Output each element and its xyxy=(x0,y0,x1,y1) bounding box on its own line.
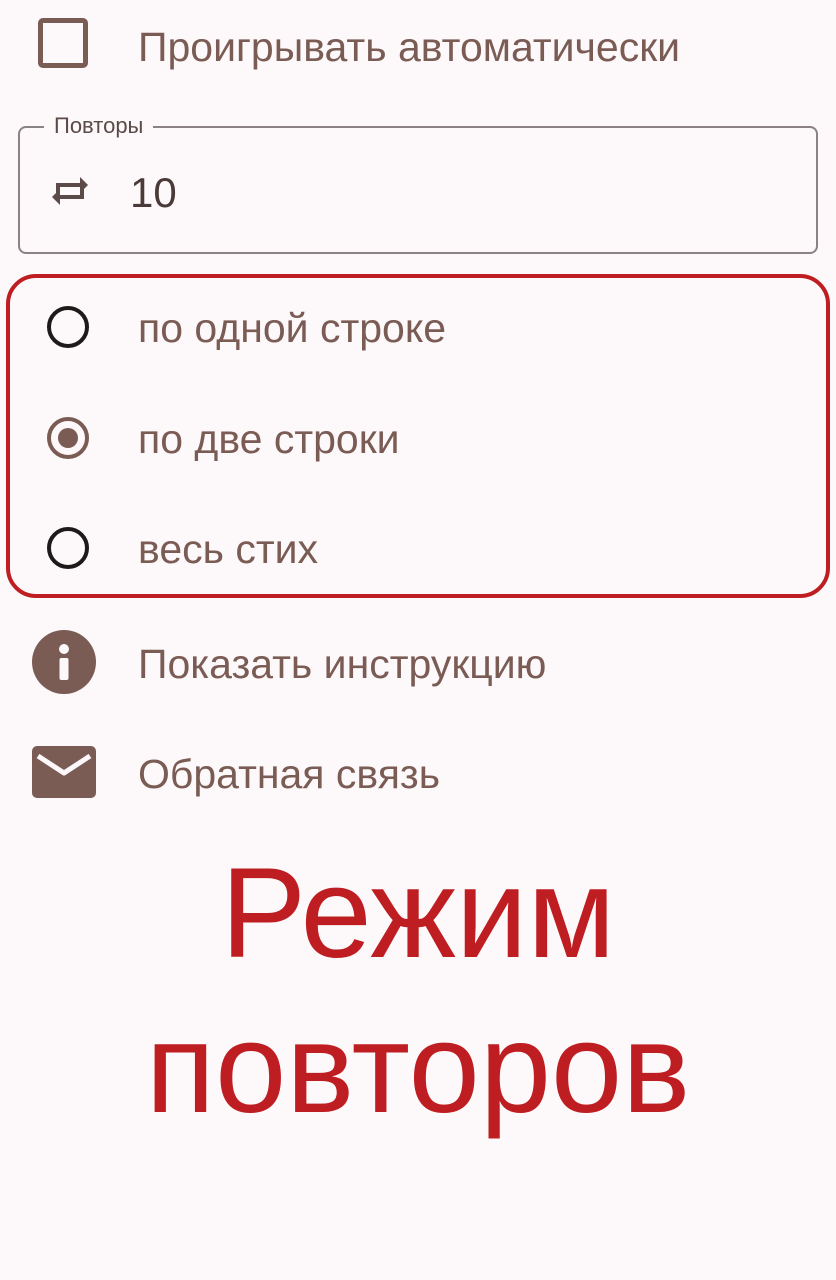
radio-label-whole-verse: весь стих xyxy=(138,526,319,572)
autoplay-label: Проигрывать автоматически xyxy=(138,24,681,70)
feedback-label: Обратная связь xyxy=(138,751,441,797)
radio-label-two-lines: по две строки xyxy=(138,416,400,462)
repeats-field-label: Повторы xyxy=(44,114,154,138)
show-instructions-label: Показать инструкцию xyxy=(138,641,547,687)
autoplay-checkbox[interactable] xyxy=(38,18,88,68)
caption-line-1: Режим xyxy=(220,842,616,985)
radio-selected-dot xyxy=(58,428,78,448)
repeats-field[interactable]: Повторы 10 xyxy=(18,114,818,254)
radio-button-two-lines[interactable] xyxy=(47,417,89,459)
mail-icon xyxy=(32,746,96,798)
radio-button-whole-verse[interactable] xyxy=(47,527,89,569)
caption-line-2: повторов xyxy=(145,997,691,1140)
repeats-value[interactable]: 10 xyxy=(130,172,177,214)
repeat-icon xyxy=(52,177,88,205)
info-icon xyxy=(32,630,96,694)
radio-button-one-line[interactable] xyxy=(47,306,89,348)
radio-label-one-line: по одной строке xyxy=(138,305,447,351)
